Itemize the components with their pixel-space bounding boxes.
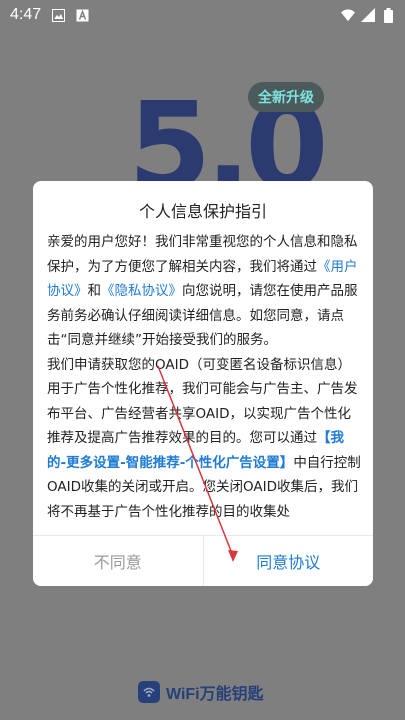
privacy-agreement-link[interactable]: 《隐私协议》 — [101, 283, 182, 299]
wifi-icon — [341, 8, 355, 22]
paragraph-1: 亲爱的用户您好！我们非常重视您的个人信息和隐私保护，为了方便您了解相关内容，我们… — [47, 230, 361, 353]
upgrade-bubble: 全新升级 — [248, 82, 324, 112]
status-right — [341, 7, 395, 23]
image-icon — [51, 8, 65, 22]
dialog-title: 个人信息保护指引 — [138, 202, 267, 221]
wifi-key-logo-icon — [138, 681, 160, 703]
privacy-dialog: 个人信息保护指引 亲爱的用户您好！我们非常重视您的个人信息和隐私保护，为了方便您… — [33, 181, 373, 586]
battery-icon — [381, 7, 395, 23]
p2-before: 我们申请获取您的OAID（可变匿名设备标识信息）用于广告个性化推荐，我们可能会与… — [47, 356, 358, 447]
agree-button[interactable]: 同意协议 — [202, 536, 373, 586]
status-left: 4:47 — [10, 6, 89, 24]
status-bar: 4:47 — [0, 0, 405, 30]
dialog-body[interactable]: 亲爱的用户您好！我们非常重视您的个人信息和隐私保护，为了方便您了解相关内容，我们… — [47, 230, 361, 520]
dialog-footer: 不同意 同意协议 — [33, 535, 373, 586]
cellular-icon — [361, 8, 375, 22]
a-icon — [75, 8, 89, 22]
p1-before: 亲爱的用户您好！我们非常重视您的个人信息和隐私保护，为了方便您了解相关内容，我们… — [47, 234, 358, 275]
brand-name: WiFi万能钥匙 — [166, 686, 264, 703]
paragraph-2: 我们申请获取您的OAID（可变匿名设备标识信息）用于广告个性化推荐，我们可能会与… — [47, 353, 361, 521]
brand: WiFi万能钥匙 — [138, 680, 264, 704]
status-time: 4:47 — [10, 6, 42, 23]
and-text: 和 — [87, 283, 102, 299]
disagree-button[interactable]: 不同意 — [33, 536, 203, 586]
